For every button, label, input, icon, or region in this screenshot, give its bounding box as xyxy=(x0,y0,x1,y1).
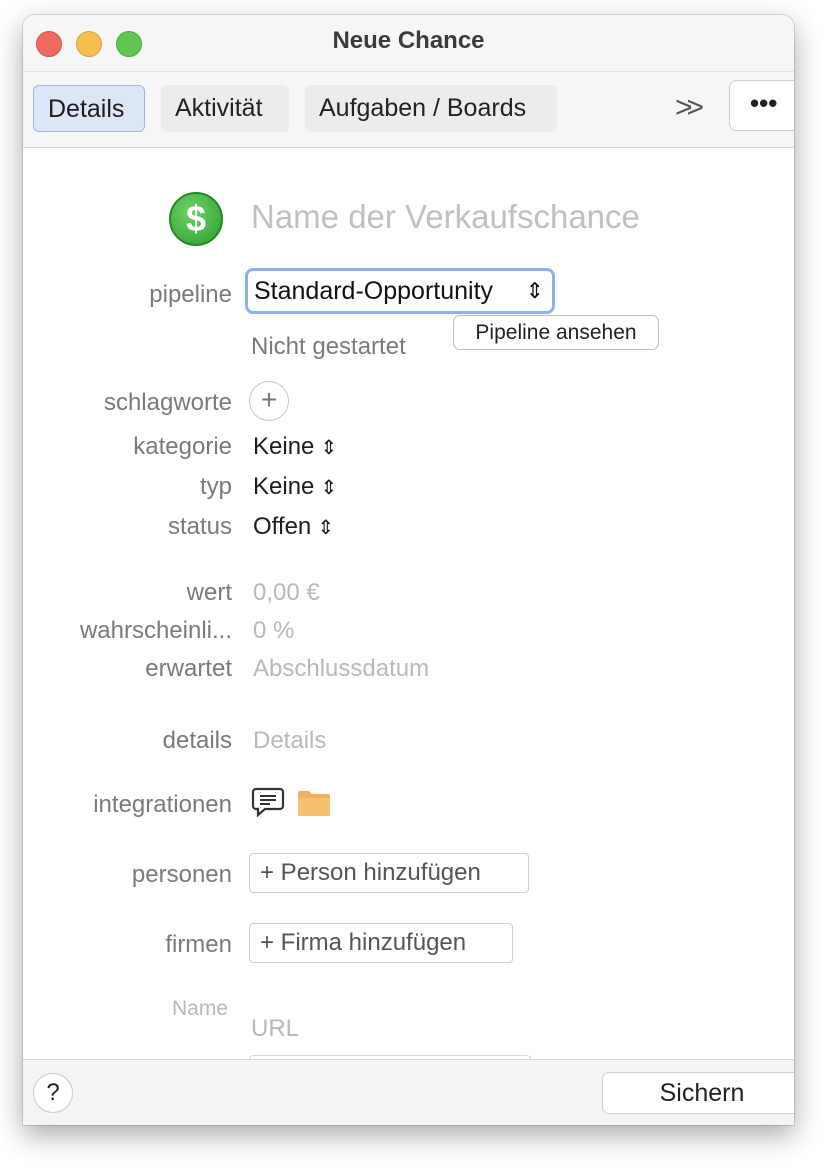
updown-chevron-icon: ⇕ xyxy=(320,477,338,499)
wert-input[interactable]: 0,00 € xyxy=(253,579,320,607)
kategorie-label: kategorie xyxy=(133,433,232,460)
folder-icon[interactable] xyxy=(297,790,331,816)
erwartet-label: erwartet xyxy=(145,655,232,682)
more-actions-button[interactable]: ••• xyxy=(729,80,794,131)
status-select[interactable]: Offen ⇕ xyxy=(253,513,334,541)
pipeline-stage: Nicht gestartet xyxy=(251,333,406,360)
plus-icon: + xyxy=(260,384,278,415)
ellipsis-icon: ••• xyxy=(750,88,778,118)
updown-chevron-icon: ⇕ xyxy=(320,437,338,459)
wahrscheinlichkeit-input[interactable]: 0 % xyxy=(253,617,294,645)
save-button[interactable]: Sichern xyxy=(602,1072,794,1114)
add-person-button[interactable]: + Person hinzufügen xyxy=(249,853,529,893)
details-label: details xyxy=(162,727,232,754)
url-input[interactable]: URL xyxy=(251,1015,299,1043)
kategorie-value: Keine xyxy=(253,433,315,460)
wert-label: wert xyxy=(186,579,232,606)
url-name-label[interactable]: Name xyxy=(172,997,228,1021)
integrationen-label: integrationen xyxy=(93,791,232,818)
dollar-circle-icon: $ xyxy=(169,192,223,246)
help-button[interactable]: ? xyxy=(33,1073,73,1113)
status-label: status xyxy=(167,513,232,540)
updown-chevron-icon: ⇕ xyxy=(525,278,544,303)
chevron-double-right-icon[interactable]: >> xyxy=(675,91,704,125)
window-title: Neue Chance xyxy=(332,27,485,54)
kategorie-select[interactable]: Keine ⇕ xyxy=(253,433,337,461)
view-pipeline-button[interactable]: Pipeline ansehen xyxy=(453,315,659,350)
chat-icon[interactable] xyxy=(251,786,285,818)
divider xyxy=(23,71,794,72)
tab-aktivitaet[interactable]: Aktivität xyxy=(161,85,289,132)
details-input[interactable]: Details xyxy=(253,727,326,755)
personen-label: personen xyxy=(131,861,232,888)
add-company-button[interactable]: + Firma hinzufügen xyxy=(249,923,513,963)
tab-aufgaben-boards[interactable]: Aufgaben / Boards xyxy=(305,85,557,132)
title-and-toolbar: Neue Chance Details Aktivität Aufgaben /… xyxy=(23,15,794,148)
typ-label: typ xyxy=(199,473,232,500)
typ-select[interactable]: Keine ⇕ xyxy=(253,473,337,501)
abschlussdatum-input[interactable]: Abschlussdatum xyxy=(253,655,429,683)
status-value: Offen xyxy=(253,513,312,540)
window: Neue Chance Details Aktivität Aufgaben /… xyxy=(23,15,794,1125)
firmen-label: firmen xyxy=(165,931,232,958)
tab-details[interactable]: Details xyxy=(33,85,145,132)
opportunity-name-input[interactable]: Name der Verkaufschance xyxy=(251,198,640,236)
add-tag-button[interactable]: + xyxy=(249,381,289,421)
pipeline-label: pipeline xyxy=(149,281,232,308)
wahrscheinlichkeit-label: wahrscheinli... xyxy=(79,617,232,644)
typ-value: Keine xyxy=(253,473,315,500)
updown-chevron-icon: ⇕ xyxy=(317,517,335,539)
bottom-bar: ? Sichern xyxy=(23,1059,794,1125)
schlagworte-label: schlagworte xyxy=(103,389,232,416)
pipeline-selected-value: Standard-Opportunity xyxy=(254,277,494,305)
pipeline-select[interactable]: Standard-Opportunity ⇕ xyxy=(245,268,555,314)
